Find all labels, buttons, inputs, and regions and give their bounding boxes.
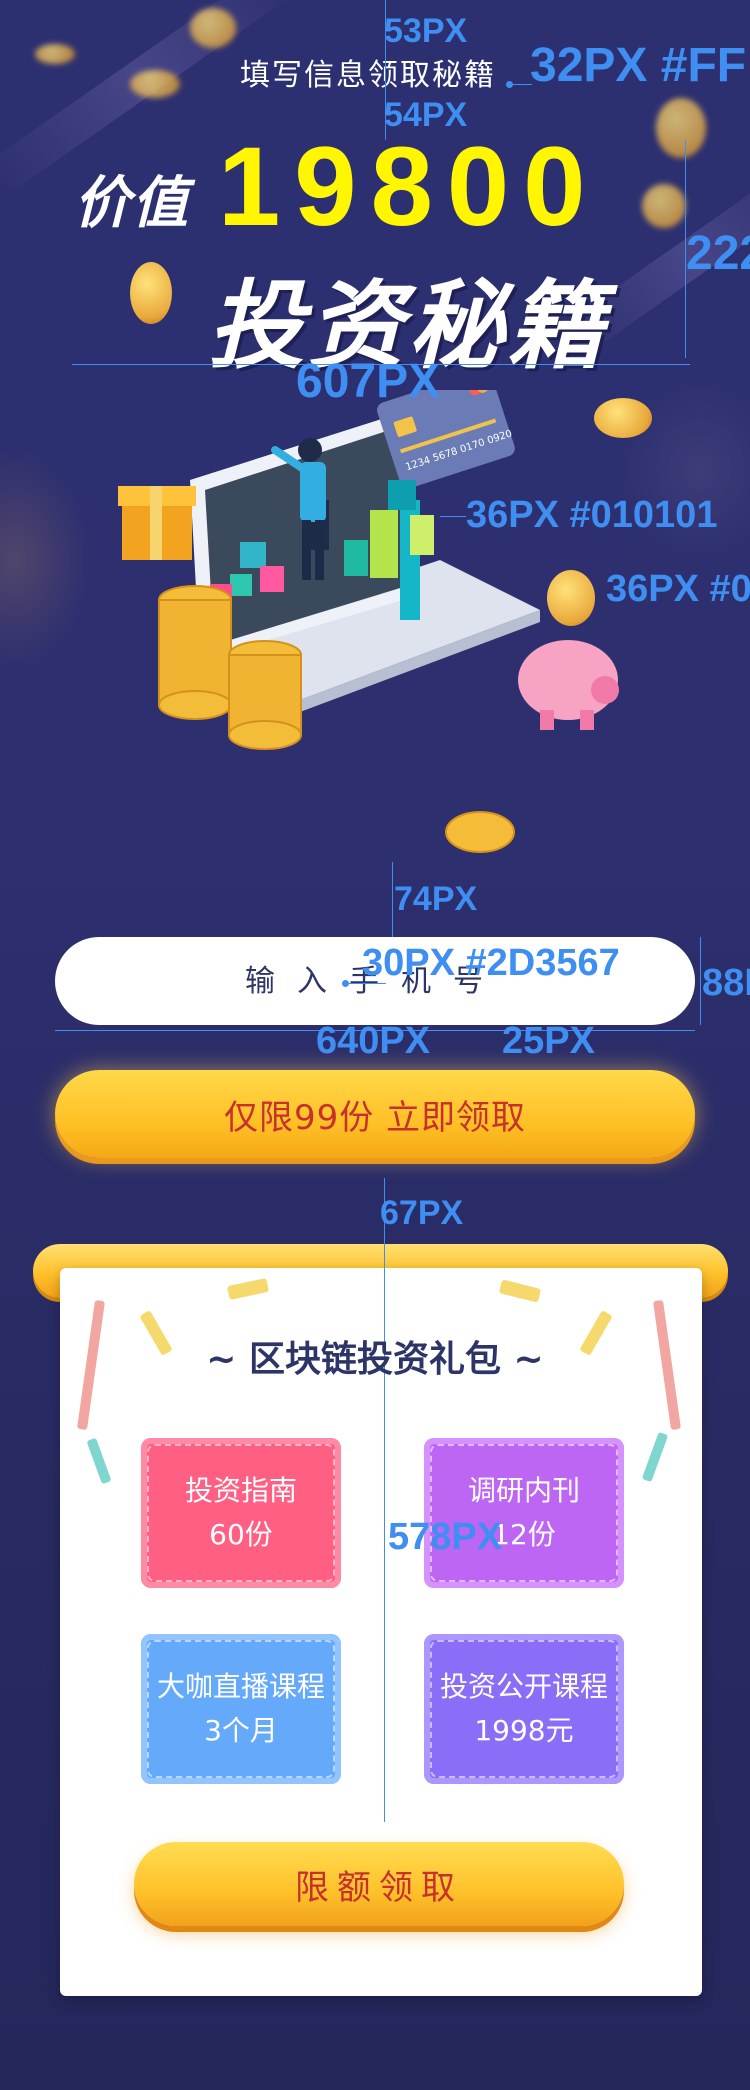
coin-icon xyxy=(35,44,75,64)
subtitle: 填写信息领取秘籍 xyxy=(240,58,496,93)
dimension-label: 74PX xyxy=(394,880,478,918)
dimension-label: 54PX xyxy=(384,96,468,134)
gift-card-value: 60份 xyxy=(209,1518,273,1551)
gift-card-value: 1998元 xyxy=(474,1714,574,1747)
coin-icon xyxy=(190,8,236,48)
gift-card-label: 大咖直播课程 xyxy=(156,1670,325,1703)
dimension-label: 67PX xyxy=(380,1194,464,1232)
annotation-line xyxy=(510,84,532,85)
annotation-line xyxy=(440,516,466,517)
gift-card-open-course[interactable]: 投资公开课程 1998元 xyxy=(424,1634,624,1784)
annotation-line xyxy=(685,140,686,358)
dimension-label: 36PX #0 xyxy=(606,568,750,610)
dimension-label: 32PX #FF xyxy=(530,39,747,92)
dimension-label: 30PX #2D3567 xyxy=(362,942,620,984)
gift-card-label: 投资公开课程 xyxy=(439,1670,608,1703)
gift-card-research-journal[interactable]: 调研内刊 12份 xyxy=(424,1438,624,1588)
annotation-line xyxy=(392,862,393,938)
gift-card-label: 投资指南 xyxy=(184,1474,297,1507)
coin-icon xyxy=(130,70,180,98)
title-number: 19800 xyxy=(218,124,600,249)
dimension-label: 640PX xyxy=(316,1020,431,1062)
dimension-label: 607PX xyxy=(296,355,441,408)
investment-illustration: 1234 5678 0170 0920 xyxy=(118,390,619,853)
dimension-label: 25PX xyxy=(502,1020,595,1062)
dimension-label: 88P xyxy=(702,962,750,1004)
gift-card-label: 调研内刊 xyxy=(467,1474,580,1507)
gift-card-live-course[interactable]: 大咖直播课程 3个月 xyxy=(141,1634,341,1784)
claim-button[interactable]: 仅限99份 立即领取 xyxy=(55,1070,695,1158)
coin-icon xyxy=(130,262,172,324)
annotation-line xyxy=(384,1178,385,1822)
annotation-line xyxy=(385,0,386,140)
title-prefix: 价值 xyxy=(74,171,190,236)
annotation-line xyxy=(346,983,386,984)
coin-icon xyxy=(642,184,686,228)
coin-icon xyxy=(656,98,706,158)
limited-claim-button[interactable]: 限额领取 xyxy=(134,1842,624,1926)
dimension-label: 36PX #010101 xyxy=(466,494,718,536)
dimension-label: 578PX xyxy=(388,1516,503,1558)
background-glow xyxy=(0,450,90,670)
gift-card-value: 3个月 xyxy=(204,1714,278,1747)
gift-panel-title: ~ 区块链投资礼包 ~ xyxy=(206,1339,544,1380)
annotation-line xyxy=(700,937,701,1025)
gift-card-investment-guide[interactable]: 投资指南 60份 xyxy=(141,1438,341,1588)
dimension-label: 222 xyxy=(686,227,750,280)
promo-page: 填写信息领取秘籍 价值 19800 投资秘籍 1234 5678 0170 09… xyxy=(0,0,750,2090)
dimension-label: 53PX xyxy=(384,12,468,50)
